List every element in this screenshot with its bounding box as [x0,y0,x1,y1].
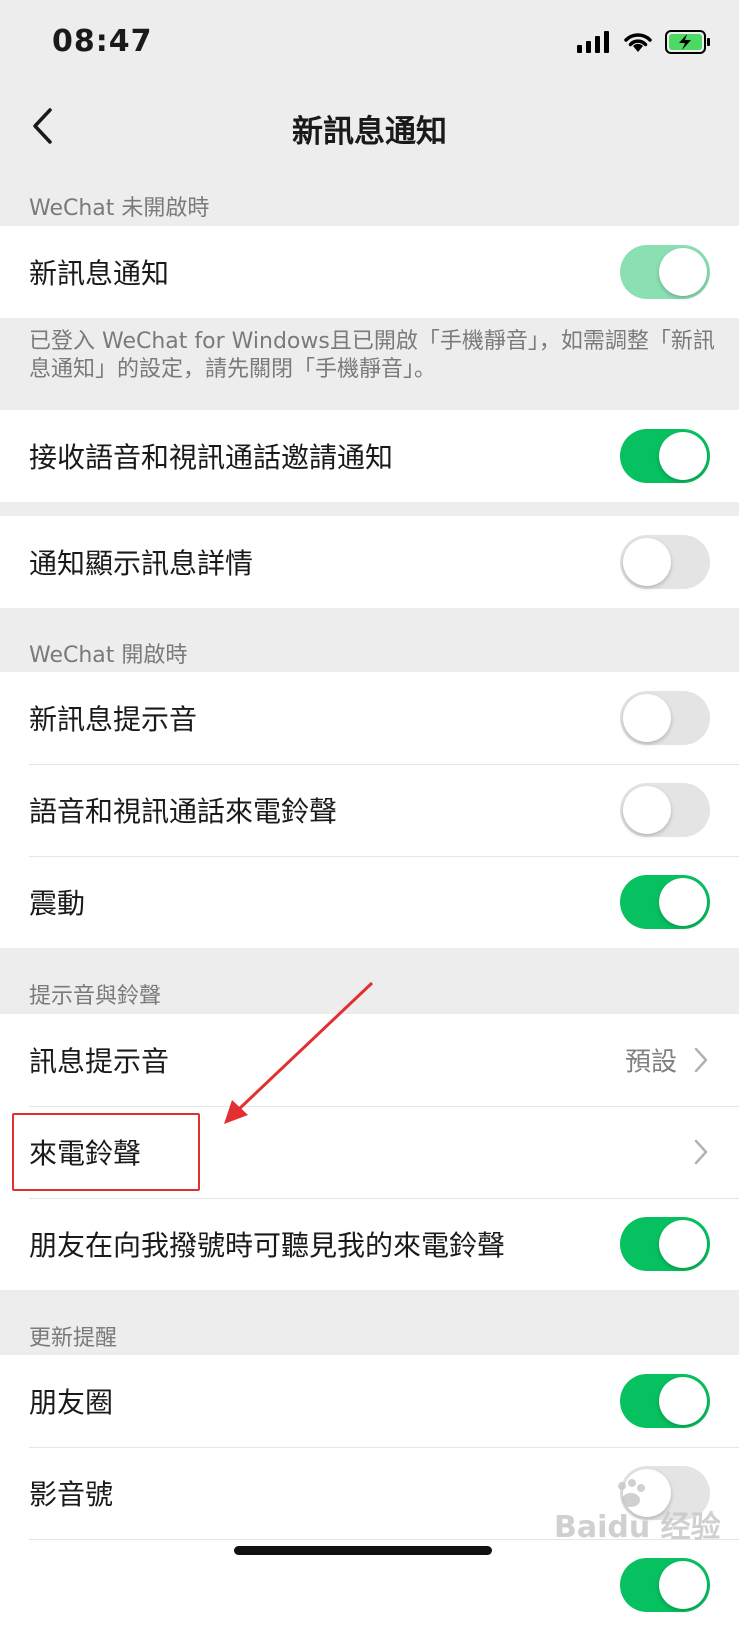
vibrate-toggle[interactable] [620,875,710,929]
partial-toggle[interactable] [620,1558,710,1612]
status-time: 08:47 [52,24,153,59]
battery-charging-icon [665,30,710,54]
section-header-closed: WeChat 未開啟時 [29,196,210,221]
chevron-right-icon [694,1047,708,1073]
page-title: 新訊息通知 [292,114,447,150]
group-call-invite: 接收語音和視訊通話邀請通知 [0,410,739,502]
group-show-details: 通知顯示訊息詳情 [0,516,739,608]
highlight-box [12,1113,200,1191]
row-label: 語音和視訊通話來電鈴聲 [29,795,338,828]
row-moments: 朋友圈 [0,1355,739,1447]
call-invite-toggle[interactable] [620,429,710,483]
row-call-ringtone: 語音和視訊通話來電鈴聲 [0,764,739,856]
section-header-sounds: 提示音與鈴聲 [29,984,162,1009]
row-friends-hear-ringtone: 朋友在向我撥號時可聽見我的來電鈴聲 [0,1198,739,1290]
group-open: 新訊息提示音 語音和視訊通話來電鈴聲 震動 [0,672,739,948]
watermark-text: Baidu 经验 [554,1510,721,1545]
section-header-open: WeChat 開啟時 [29,643,188,668]
baidu-watermark: Baidu 经验 [554,1479,721,1545]
row-label: 朋友圈 [29,1386,114,1419]
row-label: 通知顯示訊息詳情 [29,547,254,580]
row-call-invite: 接收語音和視訊通話邀請通知 [0,410,739,502]
navigation-bar: 新訊息通知 [0,90,739,162]
message-tone-toggle[interactable] [620,691,710,745]
row-label: 新訊息提示音 [29,703,198,736]
row-vibrate: 震動 [0,856,739,948]
friends-hear-toggle[interactable] [620,1217,710,1271]
row-show-details: 通知顯示訊息詳情 [0,516,739,608]
row-new-message: 新訊息通知 [0,226,739,318]
section-header-updates: 更新提醒 [29,1326,118,1351]
moments-toggle[interactable] [620,1374,710,1428]
row-message-tone: 新訊息提示音 [0,672,739,764]
row-label: 震動 [29,887,86,920]
home-indicator [234,1546,492,1555]
status-bar: 08:47 [0,0,739,90]
chevron-right-icon [694,1139,708,1165]
wifi-icon [624,33,652,52]
row-label: 訊息提示音 [29,1045,170,1078]
row-label: 新訊息通知 [29,257,170,290]
row-label: 接收語音和視訊通話邀請通知 [29,441,394,474]
call-ringtone-toggle[interactable] [620,783,710,837]
alert-sound-value: 預設 [624,1047,677,1078]
group-new-message: 新訊息通知 [0,226,739,318]
row-label: 朋友在向我撥號時可聽見我的來電鈴聲 [29,1229,506,1262]
show-details-toggle[interactable] [620,535,710,589]
new-message-toggle[interactable] [620,245,710,299]
status-icons [577,30,711,54]
row-alert-sound[interactable]: 訊息提示音 預設 [0,1014,739,1106]
row-label: 影音號 [29,1478,114,1511]
silent-mode-note: 已登入 WeChat for Windows且已開啟「手機靜音」，如需調整「新訊… [29,329,715,382]
signal-icon [577,31,609,53]
